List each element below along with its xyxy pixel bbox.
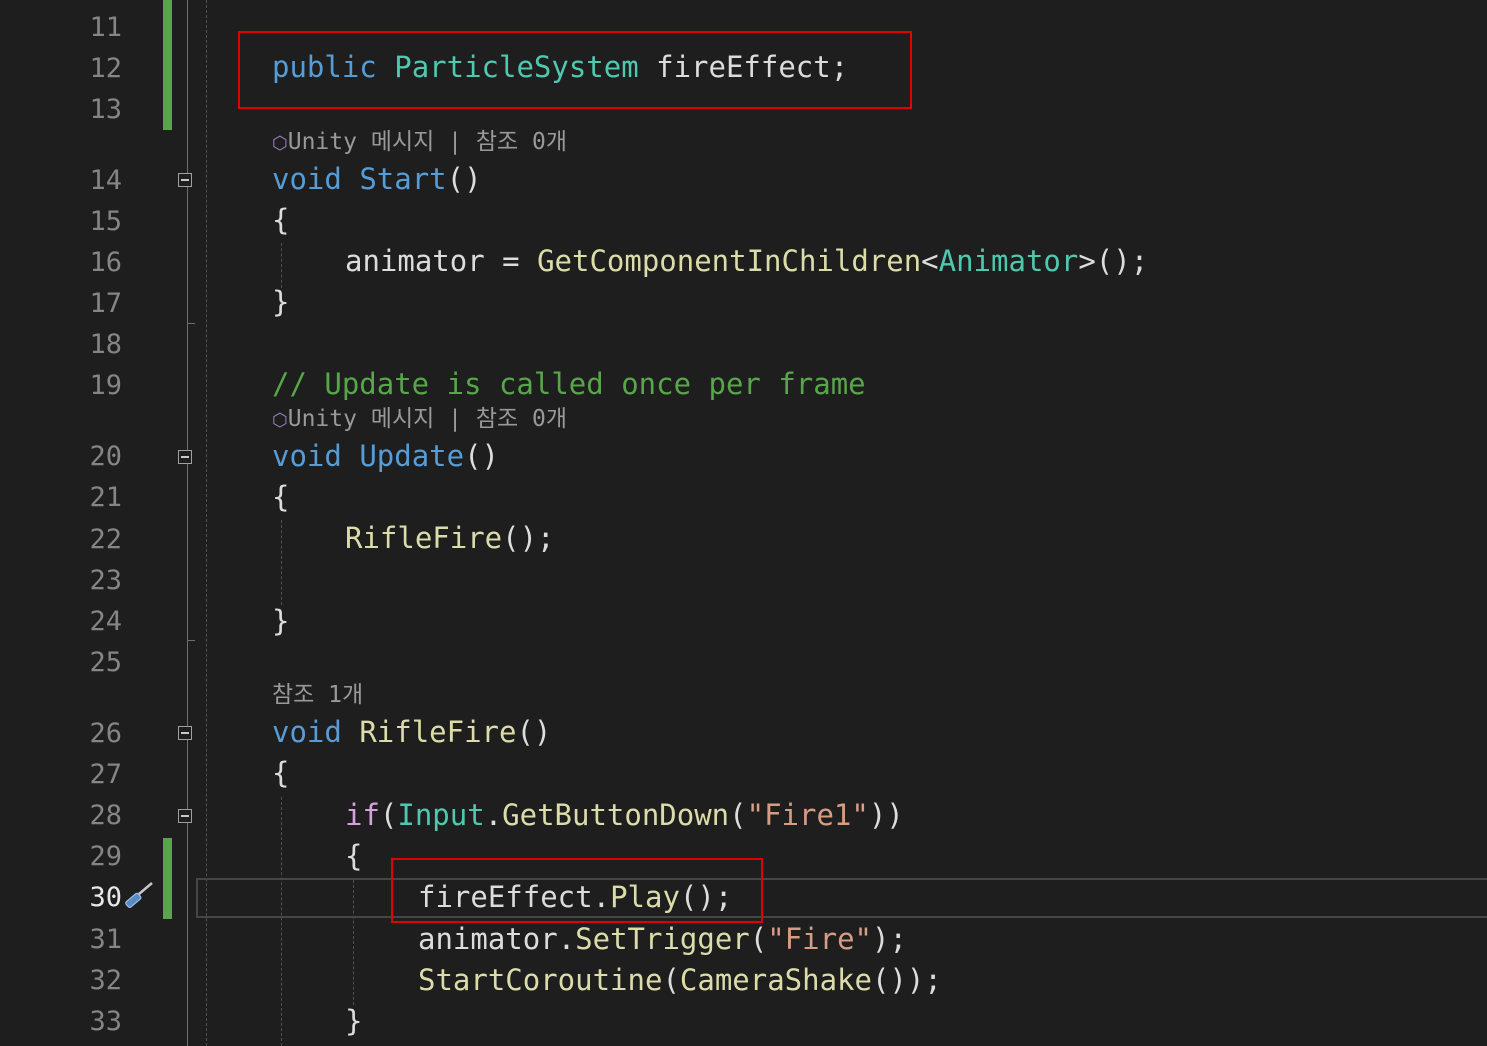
line-number: 29: [89, 841, 122, 872]
indent-guide: [281, 797, 282, 1046]
type-name: Input: [397, 798, 485, 832]
fold-guide: [187, 0, 188, 1046]
fold-end-marker: [187, 640, 195, 641]
highlight-box-play-call: [391, 858, 763, 923]
collapse-if-button[interactable]: [178, 809, 192, 823]
type-name: Animator: [938, 244, 1079, 278]
line-number: 16: [89, 247, 122, 278]
line-number: 21: [89, 482, 122, 513]
current-line-highlight: [196, 878, 1487, 918]
line-number: 32: [89, 965, 122, 996]
codelens-text: Unity 메시지 | 참조 0개: [287, 406, 567, 432]
codelens-update[interactable]: ⬡Unity 메시지 | 참조 0개: [272, 404, 567, 436]
line-number: 31: [89, 924, 122, 955]
line-number: 23: [89, 565, 122, 596]
method-call: GetComponentInChildren: [537, 244, 922, 278]
code-line-27[interactable]: {: [272, 753, 289, 794]
code-text: (: [379, 798, 398, 832]
code-text: (): [464, 439, 499, 473]
method-name: Update: [359, 439, 465, 473]
change-indicator: [163, 838, 172, 919]
unity-cube-icon: ⬡: [272, 410, 288, 431]
code-text: (): [446, 162, 482, 196]
code-text: .: [484, 798, 503, 832]
code-line-28[interactable]: if(Input.GetButtonDown("Fire1")): [345, 795, 904, 836]
line-number: 14: [89, 165, 122, 196]
code-line-22[interactable]: RifleFire();: [345, 518, 555, 559]
line-number: 33: [89, 1006, 122, 1037]
line-number: 26: [89, 718, 122, 749]
codelens-riflefire[interactable]: 참조 1개: [272, 680, 363, 710]
code-line-31[interactable]: animator.SetTrigger("Fire");: [418, 919, 907, 960]
code-text: .: [557, 922, 576, 956]
code-line-21[interactable]: {: [272, 477, 289, 518]
code-text: >();: [1078, 244, 1149, 278]
method-name: RifleFire: [359, 715, 517, 749]
method-call: CameraShake: [679, 963, 872, 997]
codelens-start[interactable]: ⬡Unity 메시지 | 참조 0개: [272, 127, 567, 159]
code-line-16[interactable]: animator = GetComponentInChildren<Animat…: [345, 241, 1148, 282]
code-text: ();: [502, 521, 555, 555]
code-text: (): [516, 715, 552, 749]
string-literal: "Fire": [767, 922, 872, 956]
line-number-current: 30: [89, 882, 122, 913]
line-number: 22: [89, 524, 122, 555]
control-keyword: if: [345, 798, 380, 832]
line-number: 15: [89, 206, 122, 237]
unity-cube-icon: ⬡: [272, 133, 288, 154]
code-text: );: [872, 922, 907, 956]
line-number: 28: [89, 800, 122, 831]
code-line-15[interactable]: {: [272, 200, 289, 241]
code-text: animator: [418, 922, 558, 956]
line-number: 12: [89, 53, 122, 84]
keyword: void: [272, 162, 342, 196]
code-text: <: [921, 244, 939, 278]
change-indicator: [163, 0, 172, 130]
method-call: GetButtonDown: [502, 798, 730, 832]
line-number: 11: [89, 12, 122, 43]
code-line-29[interactable]: {: [345, 836, 362, 877]
quick-action-screwdriver-icon[interactable]: [122, 878, 158, 914]
line-number: 18: [89, 329, 122, 360]
code-text: (: [662, 963, 680, 997]
line-number: 24: [89, 606, 122, 637]
collapse-riflefire-button[interactable]: [178, 726, 192, 740]
code-line-17[interactable]: }: [272, 282, 289, 323]
code-line-26[interactable]: void RifleFire(): [272, 712, 551, 753]
code-line-19-comment[interactable]: // Update is called once per frame: [272, 364, 866, 405]
fold-end-marker: [187, 323, 195, 324]
code-text: animator =: [345, 244, 538, 278]
indent-guide: [281, 520, 282, 605]
line-number: 19: [89, 370, 122, 401]
keyword: void: [272, 715, 342, 749]
codelens-text: Unity 메시지 | 참조 0개: [287, 129, 567, 155]
line-number: 27: [89, 759, 122, 790]
keyword: void: [272, 439, 342, 473]
method-call: StartCoroutine: [418, 963, 663, 997]
collapse-start-button[interactable]: [178, 173, 192, 187]
method-name: Start: [359, 162, 447, 196]
code-editor[interactable]: 11 12 13 14 15 16 17 18 19 20 21 22 23 2…: [0, 0, 1487, 1046]
code-line-14[interactable]: void Start(): [272, 159, 482, 200]
code-text: (: [729, 798, 747, 832]
code-line-20[interactable]: void Update(): [272, 436, 499, 477]
method-call: RifleFire: [345, 521, 503, 555]
code-text: ());: [871, 963, 942, 997]
code-line-32[interactable]: StartCoroutine(CameraShake());: [418, 960, 942, 1001]
line-number: 17: [89, 288, 122, 319]
line-number: 25: [89, 647, 122, 678]
code-line-24[interactable]: }: [272, 601, 289, 642]
code-text: )): [868, 798, 904, 832]
collapse-update-button[interactable]: [178, 450, 192, 464]
line-number: 20: [89, 441, 122, 472]
code-line-33[interactable]: }: [345, 1001, 362, 1042]
method-call: SetTrigger: [575, 922, 750, 956]
string-literal: "Fire1": [746, 798, 869, 832]
highlight-box-fireeffect-declaration: [238, 31, 912, 109]
line-number: 13: [89, 94, 122, 125]
code-text: (: [749, 922, 768, 956]
